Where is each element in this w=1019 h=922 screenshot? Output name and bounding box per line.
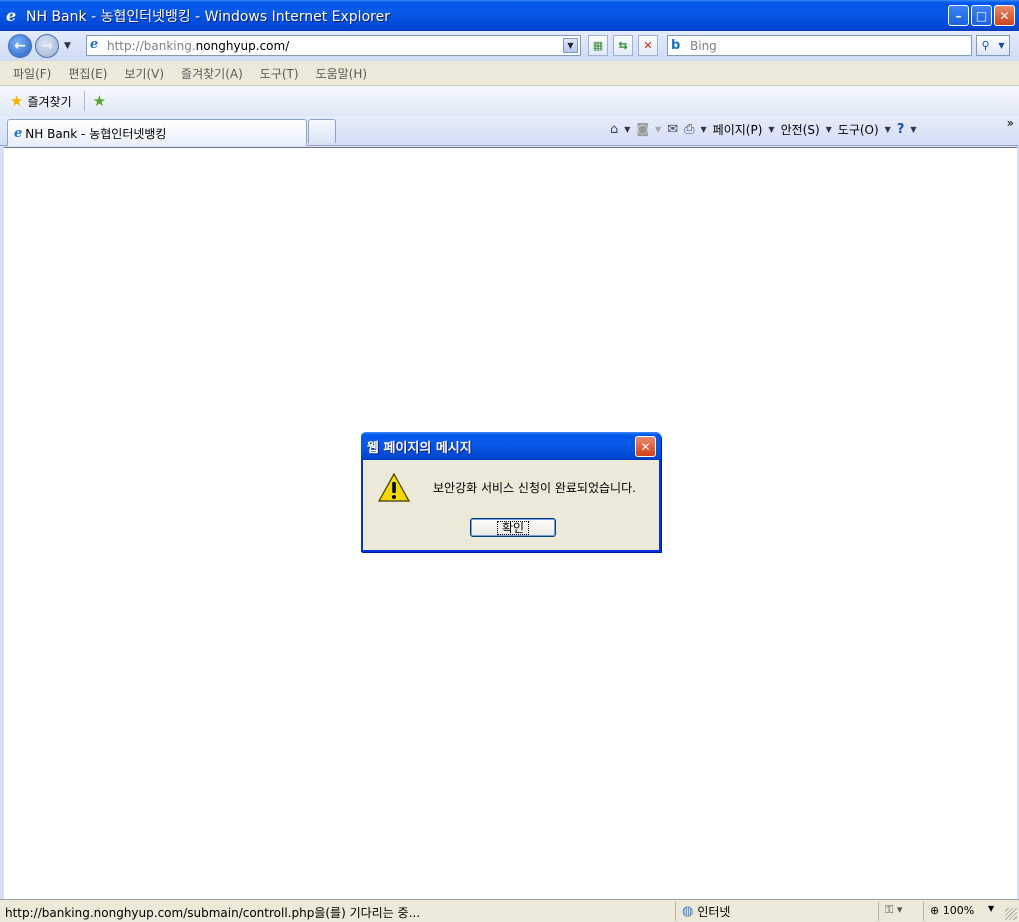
search-input[interactable]: b Bing <box>667 35 972 56</box>
address-dropdown-button[interactable]: ▼ <box>563 38 578 53</box>
new-tab-button[interactable] <box>308 119 336 143</box>
compatibility-icon: ▦ <box>592 39 604 52</box>
warning-icon <box>378 472 410 502</box>
search-options-dropdown[interactable]: ▼ <box>998 41 1004 50</box>
tools-menu-dropdown-icon: ▼ <box>884 125 891 134</box>
ok-button[interactable]: 확인 <box>470 518 556 537</box>
page-icon: e <box>90 37 99 52</box>
ok-button-label: 확인 <box>496 520 530 535</box>
search-button[interactable]: ⚲ ▼ <box>976 35 1010 56</box>
close-window-button[interactable]: ✕ <box>994 5 1015 26</box>
recent-pages-dropdown[interactable]: ▼ <box>64 41 71 51</box>
zone-label: 인터넷 <box>697 905 731 919</box>
rss-feeds-icon[interactable]: ◙ <box>636 122 649 137</box>
refresh-button[interactable]: ⇆ <box>613 35 633 56</box>
more-commands-chevron[interactable]: » <box>1007 116 1014 130</box>
add-to-favorites-icon[interactable]: ★ <box>93 92 106 110</box>
menu-bar: 파일(F) 편집(E) 보기(V) 즐겨찾기(A) 도구(T) 도움말(H) <box>0 61 1019 86</box>
menu-file[interactable]: 파일(F) <box>13 65 51 82</box>
compatibility-view-button[interactable]: ▦ <box>588 35 608 56</box>
menu-help[interactable]: 도움말(H) <box>316 65 368 82</box>
command-bar: ⌂ ▼ ◙ ▼ ✉ ⎙ ▼ 페이지(P) ▼ 안전(S) ▼ 도구(O) ▼ ? ▼ <box>610 121 917 138</box>
url-prefix: http://banking. <box>107 38 196 53</box>
zoom-icon: ⊕ <box>930 904 940 917</box>
menu-edit[interactable]: 편집(E) <box>68 65 107 82</box>
tab-label: NH Bank - 농협인터넷뱅킹 <box>25 126 167 141</box>
print-dropdown[interactable]: ▼ <box>701 125 707 134</box>
dialog-titlebar[interactable]: 웹 페이지의 메시지 <box>361 432 661 460</box>
globe-icon: ◍ <box>682 904 694 919</box>
window-controls: – □ ✕ <box>948 5 1015 26</box>
url-domain: nonghyup.com/ <box>195 38 290 53</box>
address-bar[interactable]: e http://banking. nonghyup.com/ ▼ <box>86 35 581 56</box>
window-titlebar[interactable]: e NH Bank - 농협인터넷뱅킹 - Windows Internet E… <box>0 0 1019 31</box>
status-bar: http://banking.nonghyup.com/submain/cont… <box>0 899 1019 922</box>
home-icon[interactable]: ⌂ <box>610 122 618 137</box>
read-mail-icon[interactable]: ✉ <box>667 122 678 137</box>
alert-dialog: 웹 페이지의 메시지 ✕ 보안강화 서비스 신청이 완료되었습니다. 확인 <box>361 432 661 552</box>
page-menu-dropdown-icon: ▼ <box>768 125 775 134</box>
tab-nh-bank[interactable]: e NH Bank - 농협인터넷뱅킹 <box>7 119 307 146</box>
status-separator <box>923 902 924 921</box>
help-icon[interactable]: ? <box>897 122 905 137</box>
dialog-message: 보안강화 서비스 신청이 완료되었습니다. <box>433 481 636 495</box>
print-icon[interactable]: ⎙ <box>684 122 694 137</box>
tools-menu[interactable]: 도구(O) <box>838 121 879 138</box>
zoom-dropdown[interactable]: ▼ <box>988 904 994 913</box>
forward-button[interactable]: → <box>35 34 59 58</box>
search-placeholder: Bing <box>690 38 717 53</box>
resize-grip[interactable] <box>1005 908 1017 920</box>
status-text: http://banking.nonghyup.com/submain/cont… <box>5 906 421 920</box>
status-separator <box>878 902 879 921</box>
home-dropdown[interactable]: ▼ <box>624 125 630 134</box>
favorites-button[interactable]: 즐겨찾기 <box>27 93 71 110</box>
menu-favorites[interactable]: 즐겨찾기(A) <box>181 65 243 82</box>
feeds-dropdown[interactable]: ▼ <box>655 125 661 134</box>
menu-view[interactable]: 보기(V) <box>124 65 164 82</box>
menu-tools[interactable]: 도구(T) <box>260 65 299 82</box>
stop-icon: ✕ <box>643 39 653 52</box>
tab-command-row: e NH Bank - 농협인터넷뱅킹 ⌂ ▼ ◙ ▼ ✉ ⎙ ▼ 페이지(P) ▼ 안… <box>0 116 1019 146</box>
back-button[interactable]: ← <box>8 34 32 58</box>
window-title: NH Bank - 농협인터넷뱅킹 - Windows Internet Exp… <box>26 8 390 25</box>
zoom-value: 100% <box>942 904 975 917</box>
safety-menu[interactable]: 안전(S) <box>781 121 820 138</box>
favorites-star-icon: ★ <box>10 92 24 110</box>
maximize-button[interactable]: □ <box>971 5 992 26</box>
arrow-right-icon: → <box>41 38 53 54</box>
protected-mode-icon[interactable]: ⚿ ▾ <box>885 903 902 917</box>
search-icon: ⚲ <box>981 39 990 52</box>
ie-logo-icon: e <box>6 5 17 25</box>
stop-button[interactable]: ✕ <box>638 35 658 56</box>
dialog-close-button[interactable]: ✕ <box>635 436 656 457</box>
status-separator <box>675 902 676 921</box>
help-dropdown[interactable]: ▼ <box>910 125 916 134</box>
arrow-left-icon: ← <box>14 38 26 54</box>
security-zone[interactable]: ◍ 인터넷 <box>682 903 730 920</box>
tab-page-icon: e <box>14 125 23 141</box>
bing-icon: b <box>671 38 681 53</box>
safety-menu-dropdown-icon: ▼ <box>825 125 832 134</box>
dialog-title: 웹 페이지의 메시지 <box>367 440 472 456</box>
favorites-separator <box>83 91 85 111</box>
page-menu[interactable]: 페이지(P) <box>713 121 763 138</box>
favorites-bar: ★ 즐겨찾기 ★ <box>0 86 1019 116</box>
zoom-level[interactable]: ⊕ 100% <box>930 904 974 917</box>
refresh-icon: ⇆ <box>618 39 628 52</box>
minimize-button[interactable]: – <box>948 5 969 26</box>
